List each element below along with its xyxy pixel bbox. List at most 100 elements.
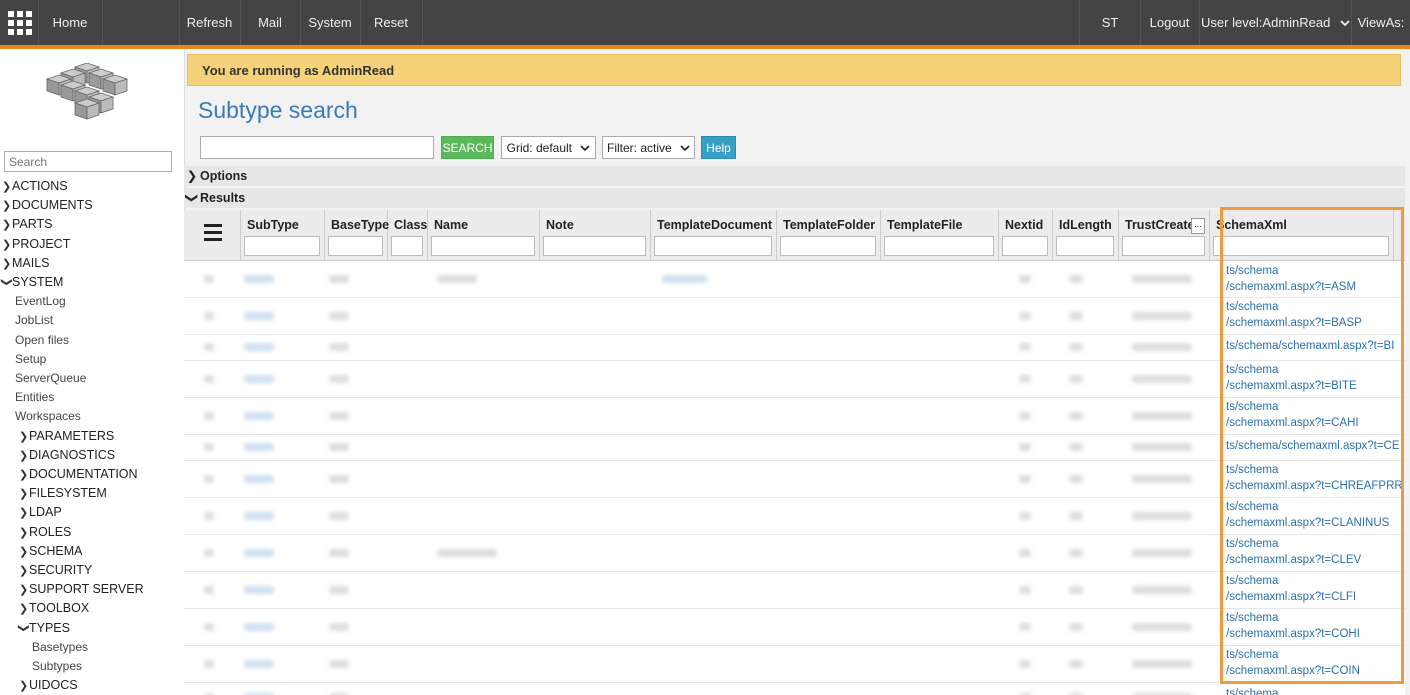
table-row[interactable]: ts/schema/schemaxml.aspx?t=ASM [184, 261, 1405, 298]
schemaxml-link[interactable]: ts/schema/schemaxml.aspx?t=CAHI [1226, 399, 1401, 431]
sidebar-item-parts[interactable]: ❯PARTS [2, 217, 53, 231]
table-row[interactable]: ts/schema/schemaxml.aspx?t=BI [184, 334, 1405, 361]
schemaxml-link[interactable]: ts/schema/schemaxml.aspx?t=BASP [1226, 299, 1401, 331]
schemaxml-link[interactable]: ts/schema/schemaxml.aspx?t=CHREAFPRRE [1226, 462, 1401, 494]
sidebar-item-basetypes[interactable]: Basetypes [32, 640, 88, 654]
app-grid-icon[interactable] [0, 0, 39, 45]
sidebar-item-uidocs[interactable]: ❯UIDOCS [19, 678, 78, 692]
nav-mail[interactable]: Mail [240, 0, 301, 45]
user-level-dropdown[interactable]: User level:AdminRead [1200, 0, 1352, 45]
sidebar-item-open-files[interactable]: Open files [15, 333, 69, 347]
sidebar-item-documentation[interactable]: ❯DOCUMENTATION [19, 467, 138, 481]
grid-select[interactable]: Grid: default [501, 136, 596, 159]
nav-system[interactable]: System [300, 0, 361, 45]
schemaxml-link[interactable]: ts/schema/schemaxml.aspx?t=CE [1226, 438, 1401, 454]
column-filter-input[interactable] [328, 236, 383, 256]
filter-select[interactable]: Filter: active [602, 136, 695, 159]
table-row[interactable]: ts/schema/schemaxml.aspx?t=COIN [184, 645, 1405, 683]
schemaxml-link[interactable]: ts/schema/schemaxml.aspx?t=COHI [1226, 610, 1401, 642]
menu-icon[interactable] [204, 224, 222, 245]
sidebar-item-actions[interactable]: ❯ACTIONS [2, 179, 68, 193]
column-header-templatefile[interactable]: TemplateFile [881, 210, 999, 260]
schemaxml-link[interactable]: ts/schema/schemaxml.aspx?t=BI [1226, 338, 1401, 354]
nav-home[interactable]: Home [38, 0, 103, 45]
column-filter-input[interactable] [1056, 236, 1114, 256]
column-filter-input[interactable] [1213, 236, 1389, 256]
schemaxml-link[interactable]: ts/schema/schemaxml.aspx?t=CLEV [1226, 536, 1401, 568]
column-header-name[interactable]: Name [428, 210, 540, 260]
sidebar-item-label: SCHEMA [29, 544, 83, 558]
column-header-basetype[interactable]: BaseType [325, 210, 390, 260]
column-filter-input[interactable] [1002, 236, 1048, 256]
column-header-templatedocument[interactable]: TemplateDocument [651, 210, 777, 260]
view-as[interactable]: ViewAs: [1352, 0, 1410, 45]
sidebar-item-roles[interactable]: ❯ROLES [19, 525, 71, 539]
sidebar-item-entities[interactable]: Entities [15, 390, 54, 404]
sidebar-item-setup[interactable]: Setup [15, 352, 46, 366]
column-filter-input[interactable] [391, 236, 423, 256]
column-header-idlength[interactable]: IdLength [1053, 210, 1119, 260]
column-header-note[interactable]: Note [540, 210, 651, 260]
table-row[interactable]: ts/schema/schemaxml.aspx?t=CLEV [184, 534, 1405, 572]
redacted-cell [1069, 343, 1083, 351]
schemaxml-link[interactable]: ts/schema/schemaxml.aspx?t=BITE [1226, 362, 1401, 394]
sidebar-search-input[interactable] [4, 151, 172, 172]
schemaxml-link[interactable]: ts/schema/schemaxml.aspx?t=CLFI [1226, 573, 1401, 605]
schemaxml-link[interactable]: ts/schema [1226, 686, 1401, 695]
column-header-templatefolder[interactable]: TemplateFolder [777, 210, 881, 260]
sidebar-item-toolbox[interactable]: ❯TOOLBOX [19, 601, 89, 615]
nav-refresh[interactable]: Refresh [179, 0, 241, 45]
options-section-header[interactable]: ❯ Options [184, 166, 1405, 186]
nav-reset[interactable]: Reset [360, 0, 423, 45]
sidebar-item-project[interactable]: ❯PROJECT [2, 237, 70, 251]
sidebar-item-security[interactable]: ❯SECURITY [19, 563, 92, 577]
column-filter-input[interactable] [543, 236, 646, 256]
column-filter-input[interactable] [1122, 236, 1205, 256]
column-filter-input[interactable] [654, 236, 772, 256]
sidebar-item-parameters[interactable]: ❯PARAMETERS [19, 429, 114, 443]
schemaxml-link[interactable]: ts/schema/schemaxml.aspx?t=COIN [1226, 647, 1401, 679]
table-row[interactable]: ts/schema/schemaxml.aspx?t=CE [184, 434, 1405, 461]
sidebar-item-documents[interactable]: ❯DOCUMENTS [2, 198, 93, 212]
sidebar-item-filesystem[interactable]: ❯FILESYSTEM [19, 486, 107, 500]
sidebar-item-workspaces[interactable]: Workspaces [15, 409, 81, 423]
sidebar-item-system[interactable]: ❯SYSTEM [1, 275, 64, 289]
column-label: BaseType [331, 218, 390, 232]
sidebar-item-schema[interactable]: ❯SCHEMA [19, 544, 82, 558]
table-row[interactable]: ts/schema/schemaxml.aspx?t=CLANINUS [184, 497, 1405, 535]
table-row[interactable]: ts/schema/schemaxml.aspx?t=CAHI [184, 397, 1405, 435]
column-header-class[interactable]: Class [388, 210, 428, 260]
table-row[interactable]: ts/schema/schemaxml.aspx?t=CHREAFPRRE [184, 460, 1405, 498]
schemaxml-link[interactable]: ts/schema/schemaxml.aspx?t=ASM [1226, 263, 1401, 295]
nav-st[interactable]: ST [1079, 0, 1141, 45]
column-filter-input[interactable] [244, 236, 320, 256]
sidebar-item-diagnostics[interactable]: ❯DIAGNOSTICS [19, 448, 115, 462]
sidebar-item-ldap[interactable]: ❯LDAP [19, 505, 62, 519]
table-row[interactable]: ts/schema/schemaxml.aspx?t=COHI [184, 608, 1405, 646]
table-row[interactable]: ts/schema/schemaxml.aspx?t=BASP [184, 297, 1405, 335]
column-options-button[interactable]: ... [1191, 218, 1205, 234]
sidebar-item-serverqueue[interactable]: ServerQueue [15, 371, 86, 385]
sidebar-item-subtypes[interactable]: Subtypes [32, 659, 82, 673]
schemaxml-link[interactable]: ts/schema/schemaxml.aspx?t=CLANINUS [1226, 499, 1401, 531]
sidebar-item-joblist[interactable]: JobList [15, 313, 53, 327]
table-row[interactable]: ts/schema/schemaxml.aspx?t=CLFI [184, 571, 1405, 609]
table-row[interactable]: ts/schema/schemaxml.aspx?t=BITE [184, 360, 1405, 398]
sidebar-item-support-server[interactable]: ❯SUPPORT SERVER [19, 582, 144, 596]
search-input[interactable] [200, 136, 434, 159]
column-header-trustcreate[interactable]: TrustCreate... [1119, 210, 1210, 260]
help-button[interactable]: Help [701, 136, 736, 159]
sidebar-item-eventlog[interactable]: EventLog [15, 294, 66, 308]
sidebar-item-types[interactable]: ❯TYPES [18, 621, 71, 635]
column-header-subtype[interactable]: SubType [241, 210, 325, 260]
column-filter-input[interactable] [431, 236, 535, 256]
search-button[interactable]: SEARCH [441, 136, 494, 159]
sidebar-item-mails[interactable]: ❯MAILS [2, 256, 50, 270]
column-filter-input[interactable] [780, 236, 876, 256]
table-row[interactable]: ts/schema [184, 682, 1405, 695]
column-header-schemaxml[interactable]: SchemaXml [1210, 210, 1394, 260]
column-header-nextid[interactable]: Nextid [999, 210, 1053, 260]
logout-button[interactable]: Logout [1140, 0, 1200, 45]
column-filter-input[interactable] [884, 236, 994, 256]
results-section-header[interactable]: ❯Results [184, 188, 1405, 208]
